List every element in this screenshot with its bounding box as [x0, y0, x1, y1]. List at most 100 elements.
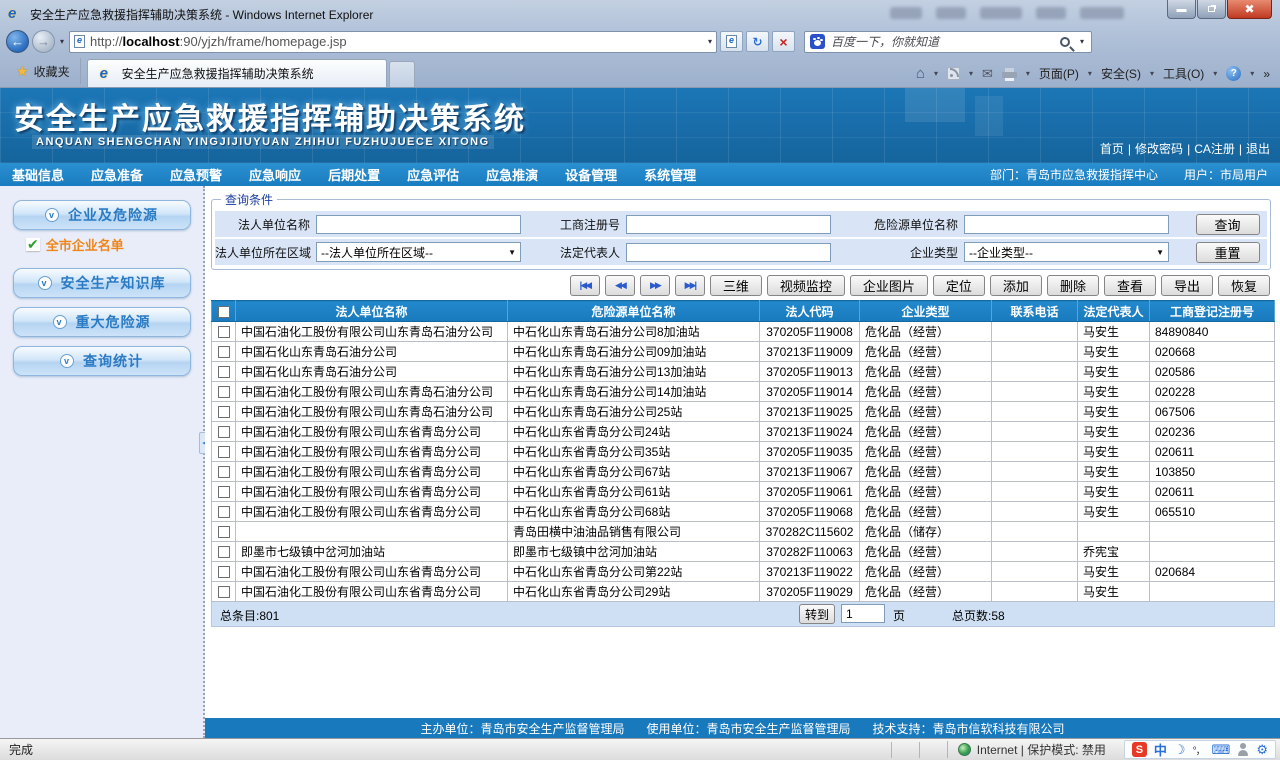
- table-row[interactable]: 中国石油化工股份有限公司山东省青岛分公司 中石化山东省青岛分公司61站 370205…: [211, 481, 1275, 502]
- forward-button[interactable]: →: [32, 30, 55, 53]
- stop-button[interactable]: ×: [772, 31, 796, 52]
- sidebar-item-city-enterprise-list[interactable]: ✔ 全市企业名单: [0, 232, 203, 256]
- menu-page[interactable]: 页面(P): [1039, 65, 1079, 82]
- legal-rep-input[interactable]: [626, 242, 831, 262]
- legal-name-input[interactable]: [316, 214, 521, 234]
- sidebar-group-enterprise-hazard[interactable]: v 企业及危险源: [12, 200, 191, 230]
- nav-item[interactable]: 应急准备: [91, 165, 143, 184]
- minimize-button[interactable]: ▬: [1167, 0, 1196, 19]
- pager-last-button[interactable]: ▶▶|: [674, 275, 705, 296]
- row-checkbox[interactable]: [217, 426, 230, 439]
- nav-item[interactable]: 基础信息: [12, 165, 64, 184]
- home-dropdown-icon[interactable]: ▾: [934, 69, 938, 78]
- goto-page-button[interactable]: 转到: [799, 604, 835, 624]
- row-checkbox[interactable]: [217, 386, 230, 399]
- region-select[interactable]: --法人单位所在区域-- ▼: [316, 242, 521, 262]
- row-checkbox[interactable]: [217, 486, 230, 499]
- pager-first-button[interactable]: |◀◀: [569, 275, 600, 296]
- wrench-settings-icon[interactable]: ⚙: [1256, 742, 1268, 758]
- select-all-checkbox[interactable]: [217, 305, 230, 318]
- toolbar-button[interactable]: 三维: [709, 275, 762, 296]
- row-checkbox[interactable]: [217, 546, 230, 559]
- help-dropdown-icon[interactable]: ▾: [1250, 69, 1254, 78]
- tools-dropdown-icon[interactable]: ▾: [1213, 69, 1217, 78]
- history-dropdown-icon[interactable]: ▾: [58, 37, 66, 46]
- sidebar-group-major-hazard[interactable]: v 重大危险源: [12, 307, 191, 337]
- close-button[interactable]: ✖: [1227, 0, 1272, 19]
- enterprise-type-select[interactable]: --企业类型-- ▼: [964, 242, 1169, 262]
- row-checkbox[interactable]: [217, 586, 230, 599]
- banner-link[interactable]: CA注册: [1194, 140, 1235, 157]
- row-checkbox[interactable]: [217, 326, 230, 339]
- toolbar-button[interactable]: 导出: [1160, 275, 1213, 296]
- menu-tools[interactable]: 工具(O): [1163, 65, 1204, 82]
- sidebar-group-knowledge-base[interactable]: v 安全生产知识库: [12, 268, 191, 298]
- nav-item[interactable]: 系统管理: [644, 165, 696, 184]
- search-button[interactable]: 查询: [1195, 213, 1260, 235]
- table-row[interactable]: 青岛田横中油油品销售有限公司 370282C115602 危化品（储存）: [211, 521, 1275, 542]
- safety-dropdown-icon[interactable]: ▾: [1150, 69, 1154, 78]
- nav-item[interactable]: 应急推演: [486, 165, 538, 184]
- rss-icon[interactable]: [946, 67, 960, 80]
- row-checkbox[interactable]: [217, 466, 230, 479]
- row-checkbox[interactable]: [217, 346, 230, 359]
- printer-icon[interactable]: [1001, 67, 1017, 81]
- punctuation-mode-icon[interactable]: °，: [1193, 742, 1206, 757]
- table-row[interactable]: 中国石油化工股份有限公司山东省青岛分公司 中石化山东省青岛分公司第22站 37021…: [211, 561, 1275, 582]
- table-row[interactable]: 中国石油化工股份有限公司山东省青岛分公司 中石化山东省青岛分公司68站 370205…: [211, 501, 1275, 522]
- toolbar-button[interactable]: 添加: [989, 275, 1042, 296]
- table-row[interactable]: 中国石油化工股份有限公司山东省青岛分公司 中石化山东省青岛分公司35站 370205…: [211, 441, 1275, 462]
- toolbar-button[interactable]: 删除: [1046, 275, 1099, 296]
- sidebar-group-query-statistics[interactable]: v 查询统计: [12, 346, 191, 376]
- url-dropdown-icon[interactable]: ▾: [708, 37, 712, 46]
- overflow-chevron-icon[interactable]: »: [1263, 67, 1270, 81]
- nav-item[interactable]: 应急预警: [170, 165, 222, 184]
- new-tab-stub[interactable]: [388, 61, 415, 87]
- pager-next-button[interactable]: ▶▶: [639, 275, 670, 296]
- fullwidth-moon-icon[interactable]: ☽: [1174, 742, 1186, 758]
- table-row[interactable]: 中国石油化工股份有限公司山东省青岛分公司 中石化山东省青岛分公司67站 370213…: [211, 461, 1275, 482]
- help-icon[interactable]: ?: [1226, 66, 1242, 81]
- user-profile-icon[interactable]: [1237, 743, 1249, 756]
- banner-link[interactable]: 修改密码: [1135, 140, 1183, 157]
- menu-safety[interactable]: 安全(S): [1101, 65, 1141, 82]
- toolbar-button[interactable]: 视频监控: [766, 275, 845, 296]
- favorites-button[interactable]: ★ 收藏夹: [6, 58, 81, 84]
- table-row[interactable]: 中国石化山东青岛石油分公司 中石化山东青岛石油分公司13加油站 370205F119…: [211, 361, 1275, 382]
- nav-item[interactable]: 应急评估: [407, 165, 459, 184]
- restore-button[interactable]: [1197, 0, 1226, 19]
- reset-button[interactable]: 重置: [1195, 241, 1260, 263]
- row-checkbox[interactable]: [217, 506, 230, 519]
- table-row[interactable]: 即墨市七级镇中岔河加油站 即墨市七级镇中岔河加油站 370282F110063 危化品…: [211, 541, 1275, 562]
- toolbar-button[interactable]: 查看: [1103, 275, 1156, 296]
- row-checkbox[interactable]: [217, 566, 230, 579]
- row-checkbox[interactable]: [217, 526, 230, 539]
- banner-link[interactable]: 退出: [1246, 140, 1270, 157]
- nav-item[interactable]: 设备管理: [565, 165, 617, 184]
- nav-item[interactable]: 后期处置: [328, 165, 380, 184]
- table-row[interactable]: 中国石油化工股份有限公司山东青岛石油分公司 中石化山东青岛石油分公司25站 3702…: [211, 401, 1275, 422]
- compatibility-view-button[interactable]: [720, 31, 744, 52]
- search-box[interactable]: 百度一下，你就知道 ▾: [804, 30, 1093, 53]
- nav-item[interactable]: 应急响应: [249, 165, 301, 184]
- toolbar-button[interactable]: 恢复: [1217, 275, 1270, 296]
- search-dropdown-icon[interactable]: ▾: [1078, 37, 1086, 46]
- page-dropdown-icon[interactable]: ▾: [1088, 69, 1092, 78]
- keyboard-icon[interactable]: ⌨: [1212, 742, 1231, 758]
- home-icon[interactable]: ⌂: [916, 65, 925, 82]
- active-tab[interactable]: e 安全生产应急救援指挥辅助决策系统: [86, 59, 387, 87]
- table-row[interactable]: 中国石化山东青岛石油分公司 中石化山东青岛石油分公司09加油站 370213F119…: [211, 341, 1275, 362]
- table-row[interactable]: 中国石油化工股份有限公司山东省青岛分公司 中石化山东省青岛分公司24站 370213…: [211, 421, 1275, 442]
- row-checkbox[interactable]: [217, 366, 230, 379]
- toolbar-button[interactable]: 定位: [932, 275, 985, 296]
- print-dropdown-icon[interactable]: ▾: [1026, 69, 1030, 78]
- chinese-mode-icon[interactable]: 中: [1154, 740, 1167, 759]
- refresh-button[interactable]: ↻: [746, 31, 770, 52]
- banner-link[interactable]: 首页: [1100, 140, 1124, 157]
- url-field[interactable]: http://localhost:90/yjzh/frame/homepage.…: [69, 30, 718, 53]
- table-row[interactable]: 中国石油化工股份有限公司山东青岛石油分公司 中石化山东青岛石油分公司8加油站 370…: [211, 321, 1275, 342]
- rss-dropdown-icon[interactable]: ▾: [969, 69, 973, 78]
- business-reg-input[interactable]: [626, 214, 831, 234]
- hazard-name-input[interactable]: [964, 214, 1169, 234]
- toolbar-button[interactable]: 企业图片: [849, 275, 928, 296]
